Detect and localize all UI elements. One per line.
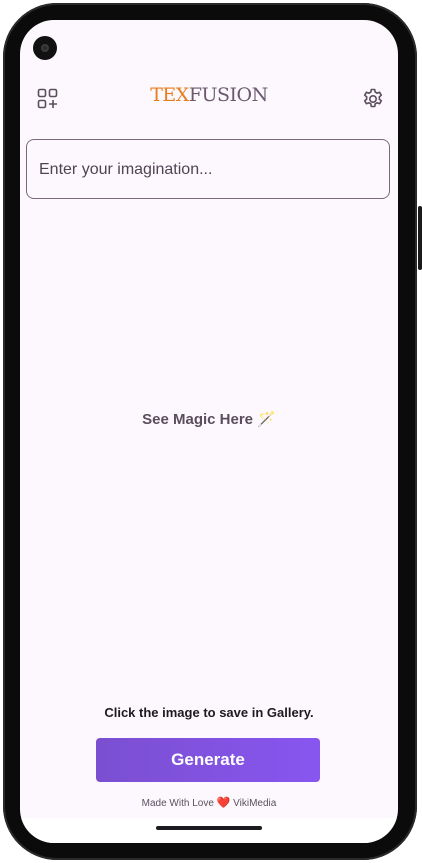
gear-icon[interactable]: [358, 84, 388, 114]
power-button: [418, 206, 422, 270]
app-screen: TEXFUSION See Magic Here 🪄 Click the ima…: [20, 20, 398, 843]
save-hint: Click the image to save in Gallery.: [104, 705, 314, 720]
footer-prefix: Made With Love: [141, 798, 214, 809]
magic-wand-icon: 🪄: [257, 411, 276, 428]
front-camera: [33, 36, 57, 60]
magic-placeholder[interactable]: See Magic Here 🪄: [20, 410, 398, 428]
magic-text: See Magic Here: [142, 411, 254, 428]
footer-brand: VikiMedia: [233, 798, 277, 809]
prompt-input-container: [26, 139, 390, 200]
navigation-bar: [20, 818, 398, 843]
heart-icon: ❤️: [216, 797, 231, 809]
prompt-input[interactable]: [37, 140, 381, 200]
generate-button[interactable]: Generate: [96, 738, 320, 782]
home-indicator[interactable]: [156, 826, 262, 830]
logo-text-part2: FUSION: [188, 84, 268, 106]
logo-text-part1: TEX: [150, 84, 189, 106]
top-app-bar: TEXFUSION: [20, 76, 398, 120]
footer-credit: Made With Love ❤️ VikiMedia: [20, 796, 398, 809]
app-logo: TEXFUSION: [20, 84, 398, 106]
device-mockup: TEXFUSION See Magic Here 🪄 Click the ima…: [0, 0, 422, 863]
